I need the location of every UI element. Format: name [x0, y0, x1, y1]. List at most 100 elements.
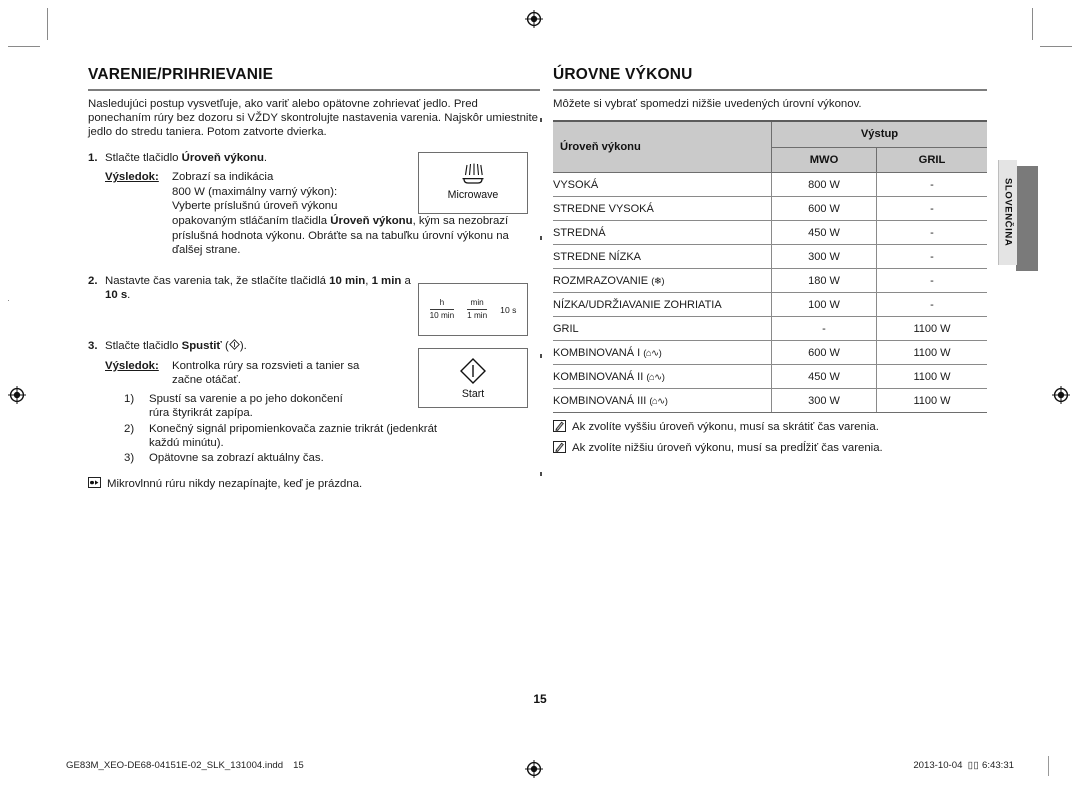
- row-1-gril: -: [876, 196, 987, 222]
- start-diamond-icon: [419, 357, 527, 388]
- row-1-level: STREDNE VYSOKÁ: [553, 196, 772, 222]
- registration-mark-bottom: [525, 760, 543, 778]
- row-8-gril: 1100 W: [876, 364, 987, 390]
- power-levels-intro: Môžete si vybrať spomedzi nižšie uvedený…: [553, 98, 862, 110]
- row-4-level-text: ROZMRAZOVANIE: [553, 274, 649, 287]
- step-1-keyword: Úroveň výkonu: [181, 151, 264, 164]
- table-row: NÍZKA/UDRŽIAVANIE ZOHRIATIA 100 W -: [553, 292, 987, 318]
- step-3-result-line-2: začne otáčať.: [172, 374, 241, 387]
- row-1-level-text: STREDNE VYSOKÁ: [553, 202, 654, 215]
- substep-2: 2) Konečný signál pripomienkovača zaznie…: [124, 422, 540, 451]
- row-9-level-text: KOMBINOVANÁ III: [553, 394, 647, 407]
- footer-left: GE83M_XEO-DE68-04151E-02_SLK_131004.indd…: [66, 760, 304, 771]
- power-note-1: Ak zvolíte vyššiu úroveň výkonu, musí sa…: [553, 420, 987, 436]
- step-3-inline-start-icon: ().: [221, 339, 247, 352]
- row-6-level-text: GRIL: [553, 322, 579, 335]
- row-2-gril: -: [876, 220, 987, 246]
- table-row: STREDNE VYSOKÁ 600 W -: [553, 196, 987, 222]
- step-2-text-mid2: a: [401, 274, 411, 287]
- page-title-cooking: VARENIE/PRIHRIEVANIE: [88, 66, 540, 91]
- row-2-mwo: 450 W: [771, 220, 877, 246]
- row-9-glyph: (⌂∿): [649, 395, 668, 407]
- step-1-result-tail-pre: opakovaným stláčaním tlačidla: [172, 214, 331, 227]
- step-2-keyword-1min: 1 min: [371, 274, 402, 287]
- table-row: KOMBINOVANÁ II (⌂∿) 450 W 1100 W: [553, 364, 987, 390]
- step-3-result-label: Výsledok:: [105, 359, 159, 372]
- table-row: STREDNÁ 450 W -: [553, 220, 987, 246]
- power-table-header-mwo: MWO: [771, 147, 877, 174]
- step-3-result-line-1: Kontrolka rúry sa rozsvieti a tanier sa: [172, 359, 360, 372]
- table-row: KOMBINOVANÁ I (⌂∿) 600 W 1100 W: [553, 340, 987, 366]
- row-7-gril: 1100 W: [876, 340, 987, 366]
- power-table-head: Úroveň výkonu Výstup MWO GRIL: [553, 120, 987, 174]
- step-2-keyword-10min: 10 min: [329, 274, 366, 287]
- row-3-level: STREDNE NÍZKA: [553, 244, 772, 270]
- time-key-1min-top: min: [467, 298, 488, 310]
- time-key-10s: 10 s: [500, 304, 517, 315]
- row-7-level: KOMBINOVANÁ I (⌂∿): [553, 340, 772, 366]
- row-6-mwo: -: [771, 316, 877, 342]
- substep-3-marker: 3): [124, 452, 135, 465]
- row-3-mwo: 300 W: [771, 244, 877, 270]
- key-illustration-start: Start: [418, 348, 528, 408]
- crop-mark-top-left-horizontal: [8, 46, 40, 47]
- power-table-header-gril: GRIL: [876, 147, 987, 174]
- row-0-mwo: 800 W: [771, 172, 877, 198]
- warning-note-text: Mikrovlnnú rúru nikdy nezapínajte, keď j…: [107, 477, 363, 490]
- row-8-mwo: 450 W: [771, 364, 877, 390]
- footer-time: 6:43:31: [981, 760, 1014, 771]
- time-key-1min-bottom: 1 min: [467, 311, 488, 320]
- time-keys-group: h 10 min min 1 min 10 s: [419, 284, 527, 335]
- footer-page-number: 15: [293, 760, 304, 771]
- key-label-microwave: Microwave: [447, 189, 499, 201]
- row-4-level: ROZMRAZOVANIE (❄): [553, 268, 772, 294]
- substep-2-text: Konečný signál pripomienkovača zaznie tr…: [149, 422, 438, 449]
- row-3-level-text: STREDNE NÍZKA: [553, 250, 642, 263]
- crop-mark-top-left-vertical: [47, 8, 48, 40]
- row-4-mwo: 180 W: [771, 268, 877, 294]
- substep-1-text: Spustí sa varenie a po jeho dokončení rú…: [149, 392, 343, 420]
- power-table-header-level: Úroveň výkonu: [553, 120, 772, 174]
- step-2-keyword-10s: 10 s: [105, 289, 128, 302]
- table-row: STREDNE NÍZKA 300 W -: [553, 244, 987, 270]
- row-5-level: NÍZKA/UDRŽIAVANIE ZOHRIATIA: [553, 292, 772, 318]
- substep-2-marker: 2): [124, 422, 135, 435]
- step-1-result-label: Výsledok:: [105, 171, 159, 184]
- row-4-gril: -: [876, 268, 987, 294]
- row-1-mwo: 600 W: [771, 196, 877, 222]
- row-5-gril: -: [876, 292, 987, 318]
- power-note-2: Ak zvolíte nižšiu úroveň výkonu, musí sa…: [553, 441, 987, 457]
- row-4-glyph: (❄): [651, 275, 664, 287]
- step-2-text-post: .: [127, 289, 131, 302]
- power-note-2-text: Ak zvolíte nižšiu úroveň výkonu, musí sa…: [572, 442, 883, 455]
- pencil-note-icon: [553, 420, 566, 436]
- step-3-keyword: Spustiť: [181, 339, 222, 352]
- warning-note: Mikrovlnnú rúru nikdy nezapínajte, keď j…: [88, 476, 540, 492]
- step-1-text-pre: Stlačte tlačidlo: [105, 151, 182, 164]
- table-row: VYSOKÁ 800 W -: [553, 172, 987, 198]
- left-column: VARENIE/PRIHRIEVANIE Nasledujúci postup …: [88, 66, 540, 492]
- step-1-result-keyword: Úroveň výkonu: [330, 214, 413, 227]
- step-1-result-line-3: Vyberte príslušnú úroveň výkonu: [172, 200, 338, 213]
- pointing-hand-icon: [88, 476, 101, 492]
- step-1-text-post: .: [263, 151, 268, 164]
- step-1-result-line-2: 800 W (maximálny varný výkon):: [172, 185, 338, 198]
- column-fold-line: [540, 118, 542, 566]
- step-3-number: 3.: [88, 339, 98, 352]
- step-2-text: Nastavte čas varenia tak, že stlačíte tl…: [105, 274, 423, 303]
- key-illustration-time: h 10 min min 1 min 10 s: [418, 283, 528, 336]
- row-9-mwo: 300 W: [771, 388, 877, 414]
- row-8-level-text: KOMBINOVANÁ II: [553, 370, 644, 383]
- table-row: GRIL - 1100 W: [553, 316, 987, 342]
- key-illustration-microwave: Microwave: [418, 152, 528, 214]
- row-6-level: GRIL: [553, 316, 772, 342]
- row-7-mwo: 600 W: [771, 340, 877, 366]
- footer-right: 2013-10-04 ▯▯ 6:43:31: [913, 760, 1014, 771]
- registration-mark-right: [1052, 386, 1070, 404]
- row-6-gril: 1100 W: [876, 316, 987, 342]
- substep-1-marker: 1): [124, 392, 135, 405]
- registration-mark-top: [525, 10, 543, 28]
- row-8-level: KOMBINOVANÁ II (⌂∿): [553, 364, 772, 390]
- row-5-mwo: 100 W: [771, 292, 877, 318]
- table-row: KOMBINOVANÁ III (⌂∿) 300 W 1100 W: [553, 388, 987, 414]
